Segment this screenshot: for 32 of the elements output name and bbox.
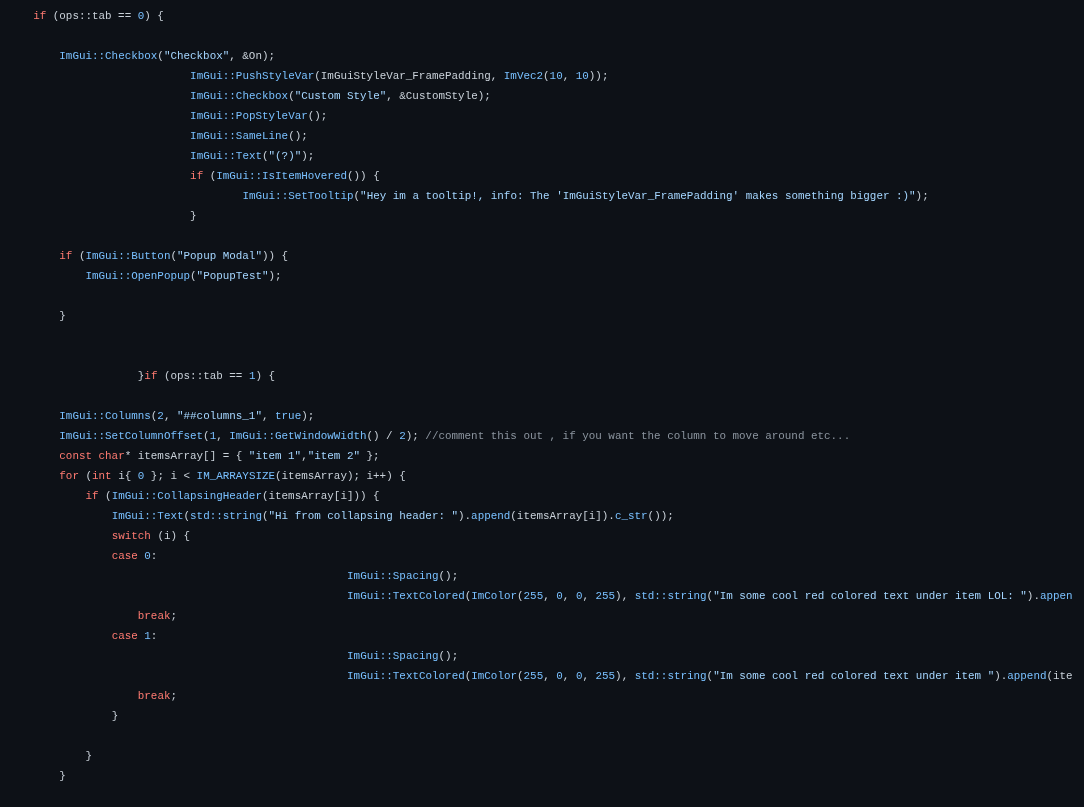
code-line: ImGui::SameLine(); (190, 130, 308, 142)
code-line: ImGui::Text("(?)"); (190, 150, 315, 162)
code-line: for (int i{ 0 }; i < IM_ARRAYSIZE(itemsArray); i++) { (59, 470, 406, 482)
code-line: switch (i) { (111, 530, 191, 542)
code-line: ImGui::TextColored(ImColor(255, 0, 0, 255), std::string("Im some cool red colored text under item ").append(ite (347, 670, 1073, 682)
code-line: ImGui::Checkbox("Custom Style", &CustomStyle); (190, 90, 491, 102)
code-line: ImGui::Spacing(); (347, 570, 459, 582)
code-line: ImGui::OpenPopup("PopupTest"); (85, 270, 282, 282)
code-line: } (111, 710, 119, 722)
code-line: ImGui::Spacing(); (347, 650, 459, 662)
code-line: if (ops::tab == 0) { (33, 10, 164, 22)
code-line: ImGui::Text(std::string("Hi from collapsing header: ").append(itemsArray[i]).c_str()); (111, 510, 674, 522)
code-line: case 0: (111, 550, 158, 562)
code-line: case 1: (111, 630, 158, 642)
code-line: ImGui::PushStyleVar(ImGuiStyleVar_FramePadding, ImVec2(10, 10)); (190, 70, 609, 82)
code-line: }if (ops::tab == 1) { (137, 370, 276, 382)
code-line: if (ImGui::CollapsingHeader(itemsArray[i])) { (85, 490, 380, 502)
code-line: ImGui::Columns(2, "##columns_1", true); (59, 410, 315, 422)
code-line: if (ImGui::IsItemHovered()) { (190, 170, 380, 182)
code-line: } (190, 210, 197, 222)
code-line: break; (137, 690, 178, 702)
code-line: ImGui::SetTooltip("Hey im a tooltip!, info: The 'ImGuiStyleVar_FramePadding' makes something bigger :)"); (242, 190, 929, 202)
code-line: break; (137, 610, 178, 622)
code-line: } (59, 310, 66, 322)
code-line: } (85, 750, 92, 762)
code-line: ImGui::PopStyleVar(); (190, 110, 328, 122)
code-line: ImGui::SetColumnOffset(1, ImGui::GetWindowWidth() / 2); //comment this out , if you want the column to move around etc... (59, 430, 851, 442)
code-line: const char* itemsArray[] = { "item 1","item 2" }; (59, 450, 380, 462)
code-line: } (59, 770, 66, 782)
code-line: ImGui::TextColored(ImColor(255, 0, 0, 255), std::string("Im some cool red colored text under item LOL: ").appen (347, 590, 1073, 602)
code-line: if (ImGui::Button("Popup Modal")) { (59, 250, 289, 262)
code-line: ImGui::Checkbox("Checkbox", &On); (59, 50, 275, 62)
